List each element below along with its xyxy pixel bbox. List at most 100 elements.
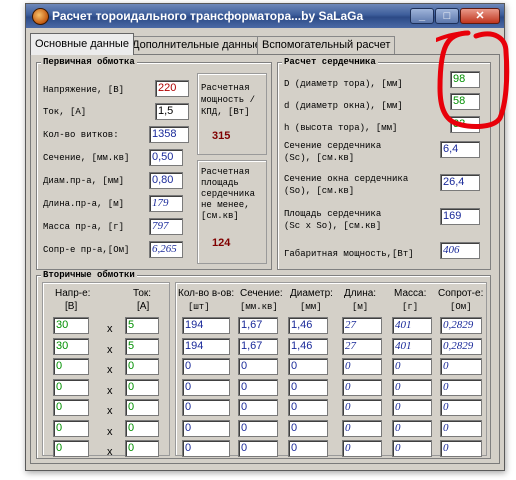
wire-length-field[interactable]: 179 <box>149 195 183 212</box>
secondary-voltage-input[interactable]: 30 <box>53 317 89 334</box>
multiply-sign: x <box>107 323 113 335</box>
gabarit-power-label: Габаритная мощность,[Вт] <box>284 249 414 259</box>
core-sc-field[interactable]: 6,4 <box>440 141 480 158</box>
secondary-current-input[interactable]: 5 <box>125 338 159 355</box>
secondary-length-field[interactable]: 0 <box>342 420 382 437</box>
secondary-voltage-input[interactable]: 0 <box>53 358 89 375</box>
secondary-mass-field[interactable]: 0 <box>392 358 432 375</box>
core-sc-label: Сечение сердечника <box>284 141 382 151</box>
voltage-input[interactable]: 220 <box>155 80 189 97</box>
secondary-current-input[interactable]: 0 <box>125 420 159 437</box>
secondary-turns-field[interactable]: 0 <box>182 440 230 457</box>
secondary-turns-field[interactable]: 0 <box>182 358 230 375</box>
maximize-button[interactable]: □ <box>435 8 459 24</box>
title-bar[interactable]: Расчет тороидального трансформатора...by… <box>26 4 504 28</box>
header-section-unit: [мм.кв] <box>240 302 278 312</box>
secondary-resistance-field[interactable]: 0 <box>440 358 482 375</box>
voltage-label: Напряжение, [В] <box>43 85 125 95</box>
secondary-turns-field[interactable]: 0 <box>182 399 230 416</box>
secondary-mass-field[interactable]: 0 <box>392 379 432 396</box>
secondary-length-field[interactable]: 0 <box>342 440 382 457</box>
secondary-diameter-field[interactable]: 1,46 <box>288 338 328 355</box>
secondary-current-input[interactable]: 0 <box>125 440 159 457</box>
secondary-section-field[interactable]: 0 <box>238 399 278 416</box>
secondary-section-field[interactable]: 1,67 <box>238 317 278 334</box>
header-length-unit: [м] <box>352 302 369 312</box>
secondary-voltage-input[interactable]: 0 <box>53 440 89 457</box>
secondary-input-box: Напр-е: [В] Ток: [А] 30 x 5 30 x 5 0 x 0 0 x 0 0 x 0 0 x… <box>42 282 170 458</box>
secondary-section-field[interactable]: 0 <box>238 420 278 437</box>
multiply-sign: x <box>107 426 113 438</box>
secondary-length-field[interactable]: 27 <box>342 317 382 334</box>
secondary-mass-field[interactable]: 401 <box>392 317 432 334</box>
secondary-diameter-field[interactable]: 0 <box>288 399 328 416</box>
secondary-current-input[interactable]: 0 <box>125 399 159 416</box>
secondary-mass-field[interactable]: 0 <box>392 420 432 437</box>
secondary-resistance-field[interactable]: 0 <box>440 379 482 396</box>
secondary-section-field[interactable]: 0 <box>238 440 278 457</box>
header-voltage-unit: [В] <box>65 301 78 312</box>
header-mass: Масса: <box>394 288 427 299</box>
core-D-label: D (диаметр тора), [мм] <box>284 79 403 89</box>
section-field[interactable]: 0,50 <box>149 149 183 166</box>
multiply-sign: x <box>107 344 113 356</box>
secondary-length-field[interactable]: 0 <box>342 379 382 396</box>
secondary-length-field[interactable]: 27 <box>342 338 382 355</box>
secondary-section-field[interactable]: 1,67 <box>238 338 278 355</box>
tab-main-data[interactable]: Основные данные <box>30 33 134 55</box>
wire-resistance-field[interactable]: 6,265 <box>149 241 183 258</box>
secondary-length-field[interactable]: 0 <box>342 358 382 375</box>
secondary-resistance-field[interactable]: 0,2829 <box>440 317 482 334</box>
secondary-length-field[interactable]: 0 <box>342 399 382 416</box>
power-box: Расчетная мощность /КПД, [Вт] 315 <box>197 73 267 155</box>
secondary-voltage-input[interactable]: 30 <box>53 338 89 355</box>
tab-auxiliary-calc[interactable]: Вспомогательный расчет <box>257 36 396 54</box>
wire-mass-field[interactable]: 797 <box>149 218 183 235</box>
header-current: Ток: <box>133 288 152 299</box>
secondary-turns-field[interactable]: 194 <box>182 317 230 334</box>
secondary-resistance-field[interactable]: 0 <box>440 399 482 416</box>
secondary-diameter-field[interactable]: 1,46 <box>288 317 328 334</box>
header-mass-unit: [г] <box>402 302 419 312</box>
header-current-unit: [А] <box>137 301 150 312</box>
secondary-diameter-field[interactable]: 0 <box>288 358 328 375</box>
secondary-section-field[interactable]: 0 <box>238 379 278 396</box>
wire-resistance-label: Сопр-е пр-а,[Ом] <box>43 245 130 255</box>
power-value: 315 <box>212 130 231 142</box>
secondary-current-input[interactable]: 0 <box>125 379 159 396</box>
header-section: Сечение: <box>240 288 283 299</box>
minimize-button[interactable]: _ <box>410 8 434 24</box>
window-title: Расчет тороидального трансформатора...by… <box>52 9 364 23</box>
secondary-current-input[interactable]: 0 <box>125 358 159 375</box>
wire-diameter-field[interactable]: 0,80 <box>149 172 183 189</box>
turns-field[interactable]: 1358 <box>149 126 189 143</box>
secondary-resistance-field[interactable]: 0 <box>440 440 482 457</box>
secondary-diameter-field[interactable]: 0 <box>288 379 328 396</box>
gabarit-power-field[interactable]: 406 <box>440 242 480 259</box>
secondary-diameter-field[interactable]: 0 <box>288 420 328 437</box>
tab-additional-data[interactable]: Дополнительные данные <box>127 36 266 54</box>
secondary-section-field[interactable]: 0 <box>238 358 278 375</box>
secondary-mass-field[interactable]: 401 <box>392 338 432 355</box>
primary-group-title: Первичная обмотка <box>41 57 137 67</box>
secondary-diameter-field[interactable]: 0 <box>288 440 328 457</box>
turns-label: Кол-во витков: <box>43 130 119 140</box>
calculator-window: Расчет тороидального трансформатора...by… <box>25 3 505 471</box>
secondary-mass-field[interactable]: 0 <box>392 440 432 457</box>
secondary-current-input[interactable]: 5 <box>125 317 159 334</box>
secondary-resistance-field[interactable]: 0,2829 <box>440 338 482 355</box>
secondary-turns-field[interactable]: 194 <box>182 338 230 355</box>
core-scso-label-2: (Sc x So), [см.кв] <box>284 221 382 231</box>
secondary-voltage-input[interactable]: 0 <box>53 420 89 437</box>
secondary-turns-field[interactable]: 0 <box>182 420 230 437</box>
secondary-voltage-input[interactable]: 0 <box>53 379 89 396</box>
core-scso-field[interactable]: 169 <box>440 208 480 225</box>
close-button[interactable]: ✕ <box>460 8 500 24</box>
secondary-mass-field[interactable]: 0 <box>392 399 432 416</box>
secondary-resistance-field[interactable]: 0 <box>440 420 482 437</box>
current-input[interactable]: 1,5 <box>155 103 189 120</box>
primary-winding-group: Первичная обмотка Напряжение, [В] 220 То… <box>36 57 272 270</box>
secondary-turns-field[interactable]: 0 <box>182 379 230 396</box>
core-so-field[interactable]: 26,4 <box>440 174 480 191</box>
secondary-voltage-input[interactable]: 0 <box>53 399 89 416</box>
